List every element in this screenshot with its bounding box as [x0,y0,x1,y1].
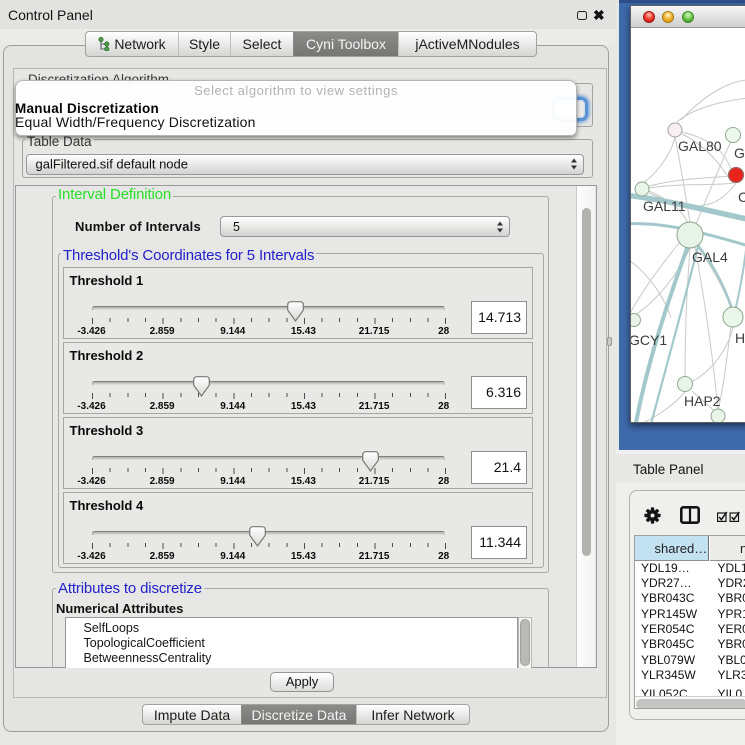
svg-text:HI: HI [735,330,745,346]
svg-text:GAL11: GAL11 [643,198,686,214]
svg-text:GAL4: GAL4 [692,249,728,265]
svg-text:GCY1: GCY1 [631,332,667,348]
svg-text:CY: CY [738,189,745,205]
svg-text:GA: GA [734,145,745,161]
svg-text:GAL80: GAL80 [678,138,722,154]
svg-text:HAP2: HAP2 [684,393,721,409]
